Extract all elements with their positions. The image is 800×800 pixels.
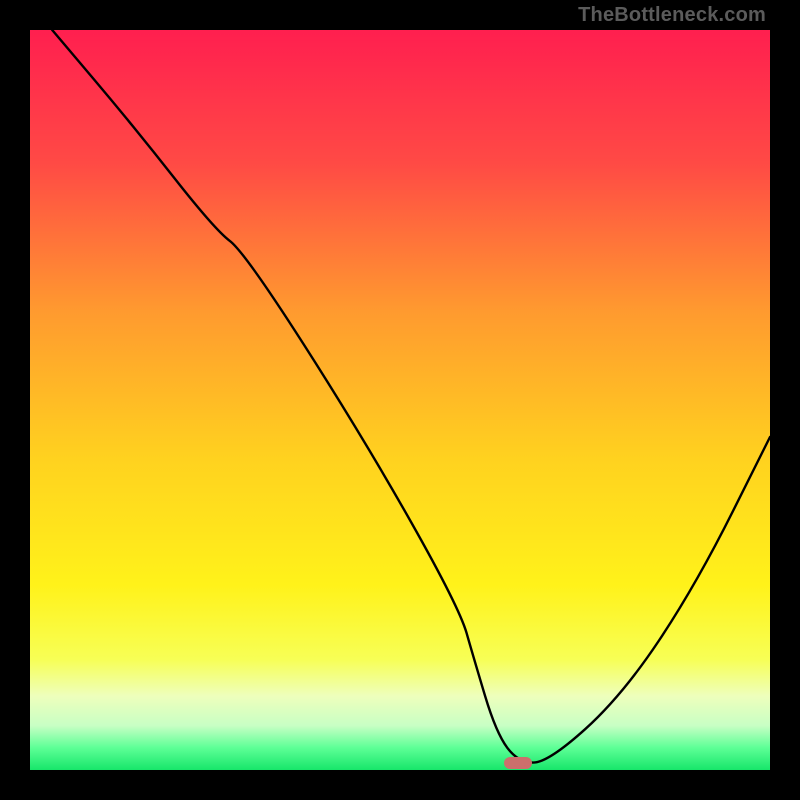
plot-area xyxy=(30,30,770,770)
chart-frame: TheBottleneck.com xyxy=(0,0,800,800)
watermark-text: TheBottleneck.com xyxy=(578,4,766,27)
bottleneck-curve xyxy=(30,30,770,770)
optimal-marker xyxy=(504,757,532,769)
